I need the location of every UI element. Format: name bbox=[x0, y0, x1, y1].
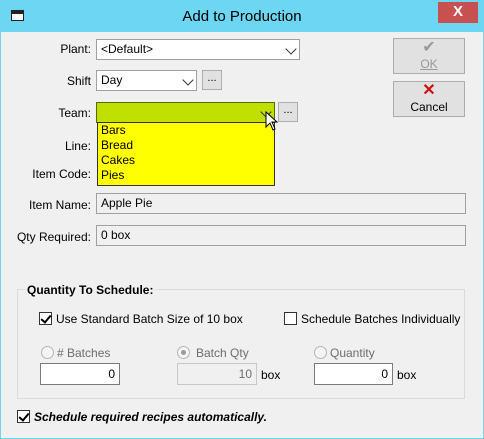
batch-qty-label: Batch Qty bbox=[196, 346, 249, 360]
quantity-radio[interactable] bbox=[314, 346, 327, 359]
ok-button[interactable]: ✔ OK bbox=[393, 38, 465, 74]
qty-required-field: 0 box bbox=[96, 225, 466, 246]
auto-recipes-checkbox[interactable] bbox=[17, 410, 30, 423]
quantity-input[interactable]: 0 bbox=[314, 363, 393, 385]
cancel-label: Cancel bbox=[410, 100, 448, 114]
quantity-unit: box bbox=[397, 368, 417, 382]
item-name-field: Apple Pie bbox=[96, 193, 466, 214]
schedule-individually-checkbox[interactable] bbox=[284, 312, 297, 325]
batch-qty-unit: box bbox=[261, 368, 281, 382]
ok-label: OK bbox=[420, 57, 438, 71]
dialog-window: Add to Production X Plant: <Default> Shi… bbox=[0, 0, 484, 439]
batch-qty-radio[interactable] bbox=[177, 346, 190, 359]
auto-recipes-label: Schedule required recipes automatically. bbox=[34, 410, 267, 424]
line-label: Line: bbox=[64, 139, 91, 153]
plant-value: <Default> bbox=[101, 42, 154, 56]
batches-radio[interactable] bbox=[41, 346, 54, 359]
team-option-bars[interactable]: Bars bbox=[98, 123, 274, 138]
use-standard-batch-label: Use Standard Batch Size of 10 box bbox=[56, 312, 243, 326]
chevron-down-icon bbox=[182, 74, 194, 86]
batches-input[interactable]: 0 bbox=[40, 363, 120, 385]
shift-browse-button[interactable]: ... bbox=[202, 70, 222, 90]
qty-required-label: Qty Required: bbox=[16, 230, 91, 244]
mouse-cursor-icon bbox=[265, 111, 279, 131]
item-code-label: Item Code: bbox=[32, 167, 91, 181]
shift-select[interactable]: Day bbox=[96, 70, 197, 91]
window-title: Add to Production bbox=[182, 8, 302, 25]
checkmark-icon: ✔ bbox=[422, 39, 436, 56]
batch-qty-input[interactable]: 10 bbox=[177, 363, 257, 385]
team-select[interactable] bbox=[96, 102, 275, 123]
x-icon: ✕ bbox=[422, 82, 436, 99]
shift-value: Day bbox=[101, 73, 123, 87]
cancel-button[interactable]: ✕ Cancel bbox=[393, 81, 465, 117]
quantity-label: Quantity bbox=[330, 346, 375, 360]
plant-label: Plant: bbox=[60, 42, 91, 56]
item-name-label: Item Name: bbox=[28, 198, 91, 212]
team-option-pies[interactable]: Pies bbox=[98, 168, 274, 183]
shift-label: Shift bbox=[66, 74, 91, 88]
schedule-individually-label: Schedule Batches Individually bbox=[301, 312, 461, 326]
batches-label: # Batches bbox=[57, 346, 111, 360]
team-option-cakes[interactable]: Cakes bbox=[98, 153, 274, 168]
close-button[interactable]: X bbox=[438, 2, 478, 23]
team-browse-button[interactable]: ... bbox=[278, 102, 298, 122]
plant-select[interactable]: <Default> bbox=[96, 39, 300, 60]
title-bar[interactable]: Add to Production X bbox=[1, 1, 483, 32]
quantity-group-title: Quantity To Schedule: bbox=[25, 283, 156, 297]
team-option-bread[interactable]: Bread bbox=[98, 138, 274, 153]
chevron-down-icon bbox=[285, 43, 297, 55]
team-label: Team: bbox=[58, 106, 91, 120]
team-dropdown-list[interactable]: Bars Bread Cakes Pies bbox=[97, 122, 275, 186]
use-standard-batch-checkbox[interactable] bbox=[39, 312, 52, 325]
